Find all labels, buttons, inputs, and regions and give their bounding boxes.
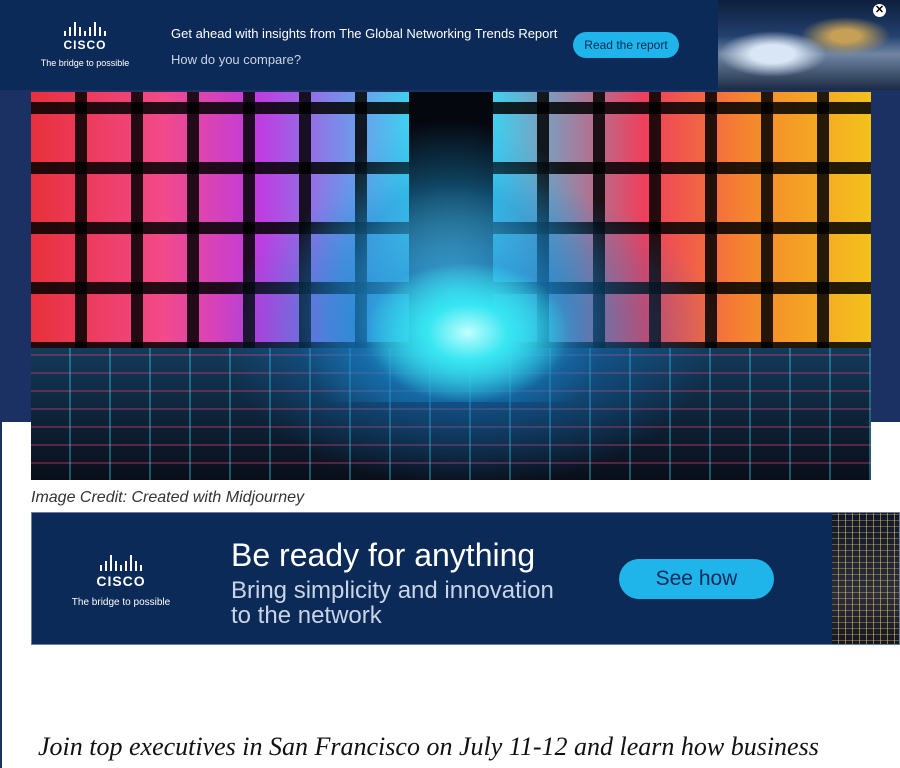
image-credit: Image Credit: Created with Midjourney xyxy=(31,489,305,506)
close-icon[interactable]: ✕ xyxy=(873,4,886,17)
ad-tagline: The bridge to possible xyxy=(71,597,171,608)
ad-tagline: The bridge to possible xyxy=(40,58,130,68)
cisco-logo: CISCO The bridge to possible xyxy=(60,555,182,608)
inline-banner-ad[interactable]: CISCO The bridge to possible Be ready fo… xyxy=(31,512,900,645)
cisco-wordmark: CISCO xyxy=(63,38,107,52)
hero-glow xyxy=(31,92,871,480)
cisco-wordmark: CISCO xyxy=(96,573,146,589)
hero-image xyxy=(31,92,871,480)
ad-subheadline: How do you compare? xyxy=(171,52,302,67)
see-how-button[interactable]: See how xyxy=(619,559,774,599)
ad-city-photo xyxy=(718,0,900,90)
cisco-bars-icon xyxy=(60,555,182,571)
ad-headline: Get ahead with insights from The Global … xyxy=(171,26,558,41)
top-banner-ad[interactable]: CISCO The bridge to possible Get ahead w… xyxy=(0,0,900,90)
cisco-bars-icon xyxy=(30,22,140,36)
article-lead-text: Join top executives in San Francisco on … xyxy=(38,732,819,761)
ad-headline: Be ready for anything xyxy=(231,537,536,573)
ad-subline-2: to the network xyxy=(231,602,382,629)
read-report-button[interactable]: Read the report xyxy=(573,32,679,58)
ad-city-photo xyxy=(832,513,899,644)
ad-subline-1: Bring simplicity and innovation xyxy=(231,577,554,604)
cisco-logo: CISCO The bridge to possible xyxy=(30,22,140,68)
